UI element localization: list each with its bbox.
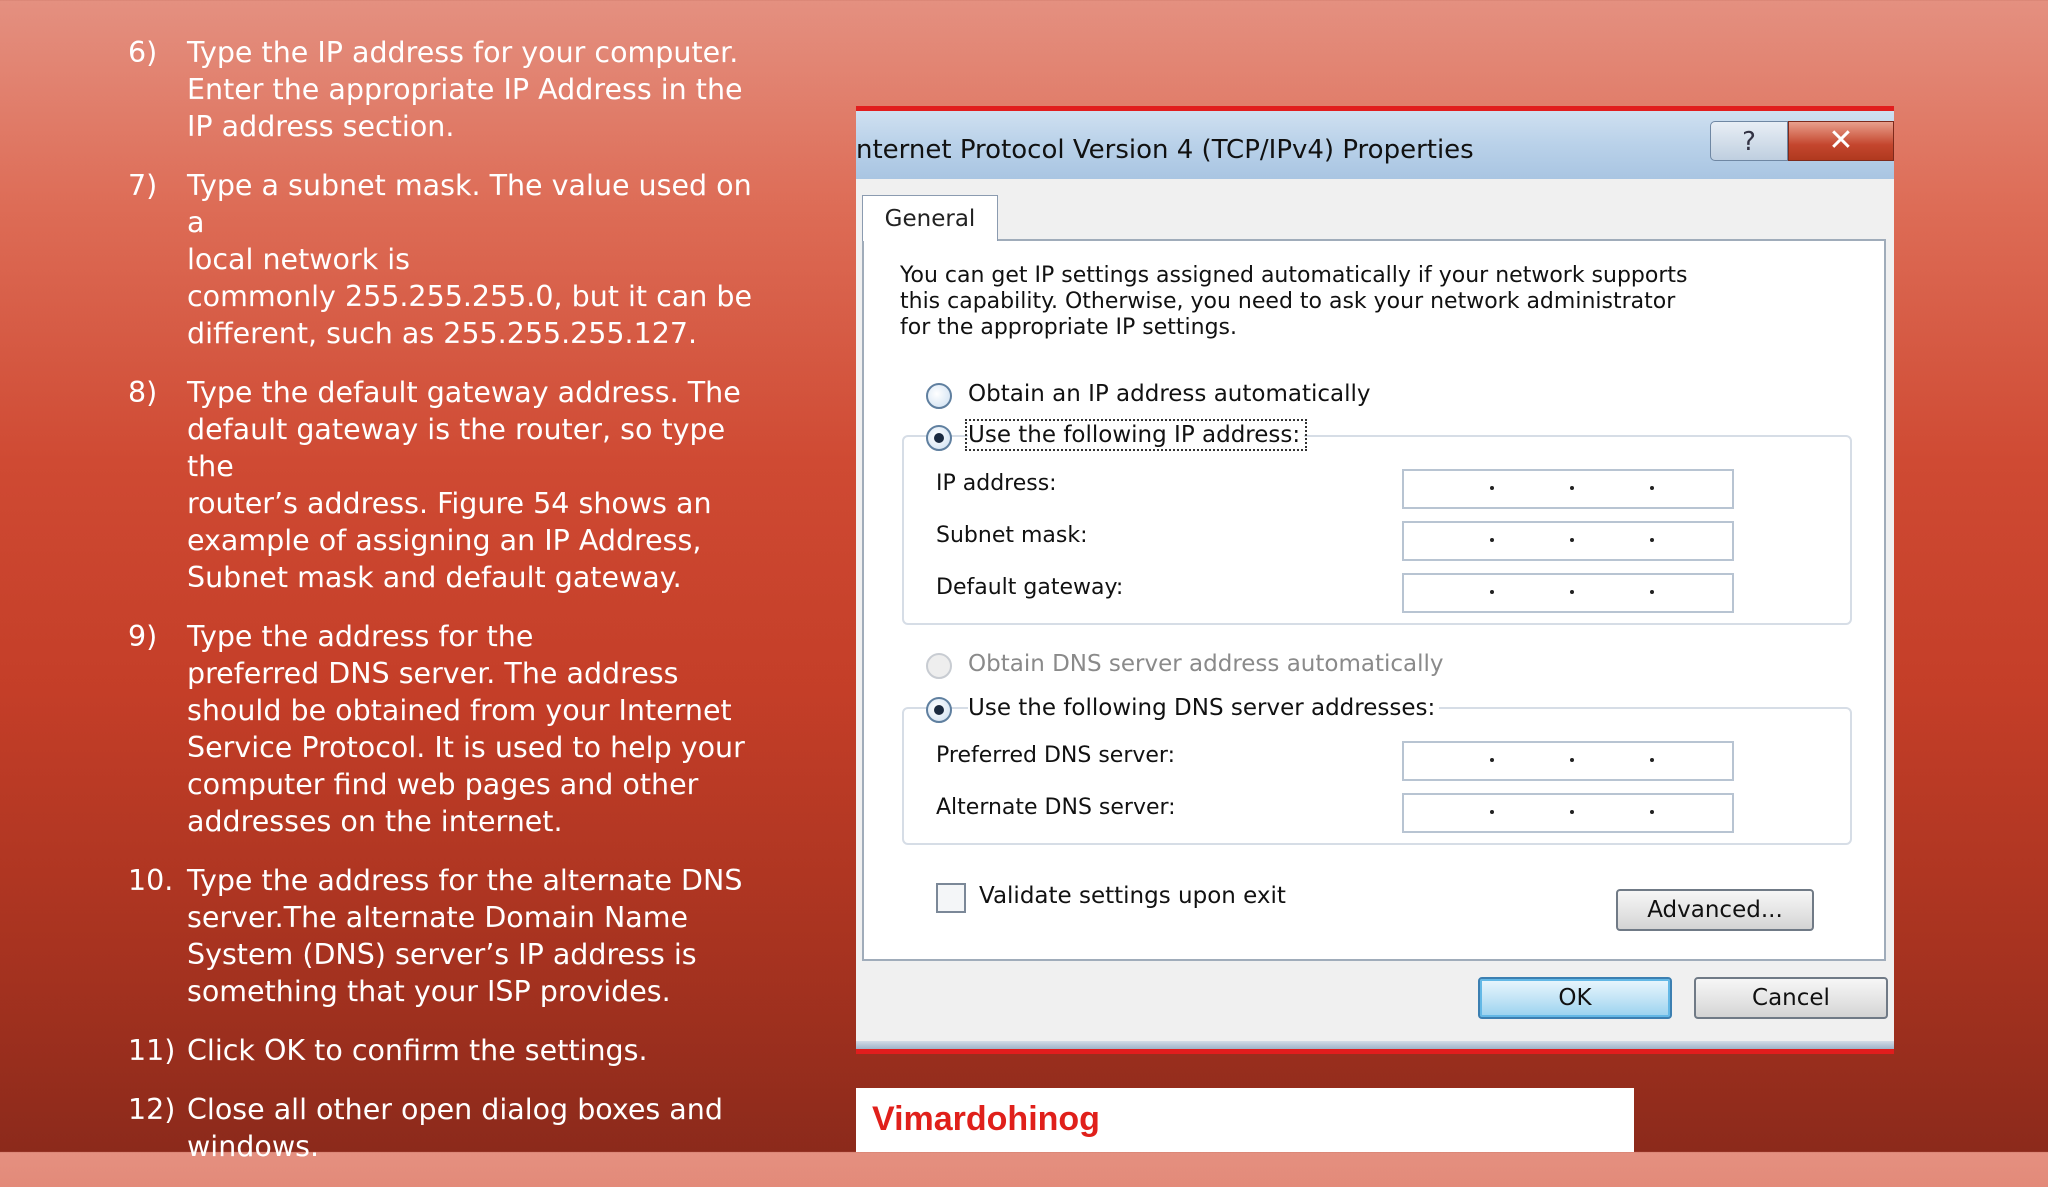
ip-address-label: IP address: <box>936 471 1057 496</box>
step-line: Type the address for the <box>187 620 534 653</box>
step-line: commonly 255.255.255.0, but it can be <box>187 280 753 313</box>
use-following-dns-radio[interactable] <box>926 697 952 723</box>
step-line: router’s address. Figure 54 shows an <box>187 487 712 520</box>
step-line: Type the address for the alternate DNS <box>187 864 743 897</box>
step-line: something that your ISP provides. <box>187 975 671 1008</box>
dialog-bottom-edge <box>856 1041 1894 1049</box>
step-12: 12) Close all other open dialog boxes an… <box>128 1091 768 1165</box>
advanced-button[interactable]: Advanced... <box>1616 889 1814 931</box>
close-icon: ✕ <box>1828 123 1854 158</box>
step-line: different, such as 255.255.255.127. <box>187 317 698 350</box>
help-icon: ? <box>1742 127 1756 157</box>
use-following-ip-label[interactable]: Use the following IP address: <box>964 419 1308 451</box>
step-line: windows. <box>187 1130 320 1163</box>
step-line: local network is <box>187 243 411 276</box>
step-line: computer find web pages and other <box>187 768 699 801</box>
step-number: 12) <box>128 1093 176 1126</box>
step-11: 11) Click OK to confirm the settings. <box>128 1032 768 1069</box>
step-number: 11) <box>128 1034 176 1067</box>
step-number: 9) <box>128 620 158 653</box>
step-6: 6) Type the IP address for your computer… <box>128 34 768 145</box>
step-line: server.The alternate Domain Name <box>187 901 689 934</box>
obtain-ip-auto-radio[interactable] <box>926 383 952 409</box>
step-number: 10. <box>128 864 174 897</box>
obtain-ip-auto-label[interactable]: Obtain an IP address automatically <box>968 381 1371 407</box>
dialog-client-area: General You can get IP settings assigned… <box>856 179 1894 1049</box>
step-8: 8) Type the default gateway address. The… <box>128 374 768 596</box>
step-line: IP address section. <box>187 110 455 143</box>
step-text: Type the default gateway address. The de… <box>187 374 768 596</box>
step-10: 10. Type the address for the alternate D… <box>128 862 768 1010</box>
step-line: Type a subnet mask. The value used on a <box>187 169 752 239</box>
subnet-mask-label: Subnet mask: <box>936 523 1088 548</box>
step-line: Enter the appropriate IP Address in the <box>187 73 743 106</box>
validate-label[interactable]: Validate settings upon exit <box>979 883 1286 909</box>
alternate-dns-label: Alternate DNS server: <box>936 795 1176 820</box>
step-text: Close all other open dialog boxes and wi… <box>187 1091 768 1165</box>
step-line: System (DNS) server’s IP address is <box>187 938 697 971</box>
step-number: 7) <box>128 169 158 202</box>
step-line: example of assigning an IP Address, <box>187 524 702 557</box>
dialog-description: You can get IP settings assigned automat… <box>900 263 1840 341</box>
step-line: Service Protocol. It is used to help you… <box>187 731 745 764</box>
default-gateway-label: Default gateway: <box>936 575 1124 600</box>
use-following-ip-radio[interactable] <box>926 425 952 451</box>
step-7: 7) Type a subnet mask. The value used on… <box>128 167 768 352</box>
ok-button[interactable]: OK <box>1478 977 1672 1019</box>
footer-caption-box: Vimardohinog <box>856 1088 1634 1152</box>
default-gateway-input[interactable] <box>1402 573 1734 613</box>
step-number: 8) <box>128 376 158 409</box>
step-text: Click OK to confirm the settings. <box>187 1032 768 1069</box>
step-line: Type the IP address for your computer. <box>187 36 739 69</box>
cancel-button[interactable]: Cancel <box>1694 977 1888 1019</box>
validate-checkbox[interactable] <box>936 883 966 913</box>
alternate-dns-input[interactable] <box>1402 793 1734 833</box>
step-line: Subnet mask and default gateway. <box>187 561 682 594</box>
preferred-dns-label: Preferred DNS server: <box>936 743 1175 768</box>
dialog-title: nternet Protocol Version 4 (TCP/IPv4) Pr… <box>856 135 1474 165</box>
preferred-dns-input[interactable] <box>1402 741 1734 781</box>
help-button[interactable]: ? <box>1710 121 1788 161</box>
tab-general[interactable]: General <box>862 195 998 241</box>
step-text: Type the IP address for your computer. E… <box>187 34 768 145</box>
step-9: 9) Type the address for the preferred DN… <box>128 618 768 840</box>
step-line: should be obtained from your Internet <box>187 694 732 727</box>
step-line: preferred DNS server. The address <box>187 657 679 690</box>
step-text: Type a subnet mask. The value used on a … <box>187 167 768 352</box>
step-text: Type the address for the alternate DNS s… <box>187 862 768 1010</box>
step-line: default gateway is the router, so type t… <box>187 413 726 483</box>
description-line: this capability. Otherwise, you need to … <box>900 289 1676 314</box>
description-line: You can get IP settings assigned automat… <box>900 263 1688 288</box>
use-following-dns-label[interactable]: Use the following DNS server addresses: <box>968 695 1440 721</box>
close-button[interactable]: ✕ <box>1788 121 1894 161</box>
obtain-dns-auto-label[interactable]: Obtain DNS server address automatically <box>968 651 1444 677</box>
step-line: Close all other open dialog boxes and <box>187 1093 723 1126</box>
step-text: Type the address for the preferred DNS s… <box>187 618 768 840</box>
step-line: addresses on the internet. <box>187 805 563 838</box>
footer-caption: Vimardohinog <box>872 1100 1100 1138</box>
ip-address-input[interactable] <box>1402 469 1734 509</box>
step-number: 6) <box>128 36 158 69</box>
ipv4-properties-dialog: nternet Protocol Version 4 (TCP/IPv4) Pr… <box>856 106 1894 1054</box>
step-line: Type the default gateway address. The <box>187 376 741 409</box>
instruction-list: 6) Type the IP address for your computer… <box>128 34 768 1187</box>
description-line: for the appropriate IP settings. <box>900 315 1238 340</box>
subnet-mask-input[interactable] <box>1402 521 1734 561</box>
dialog-titlebar: nternet Protocol Version 4 (TCP/IPv4) Pr… <box>856 111 1894 179</box>
obtain-dns-auto-radio[interactable] <box>926 653 952 679</box>
step-line: Click OK to confirm the settings. <box>187 1034 648 1067</box>
